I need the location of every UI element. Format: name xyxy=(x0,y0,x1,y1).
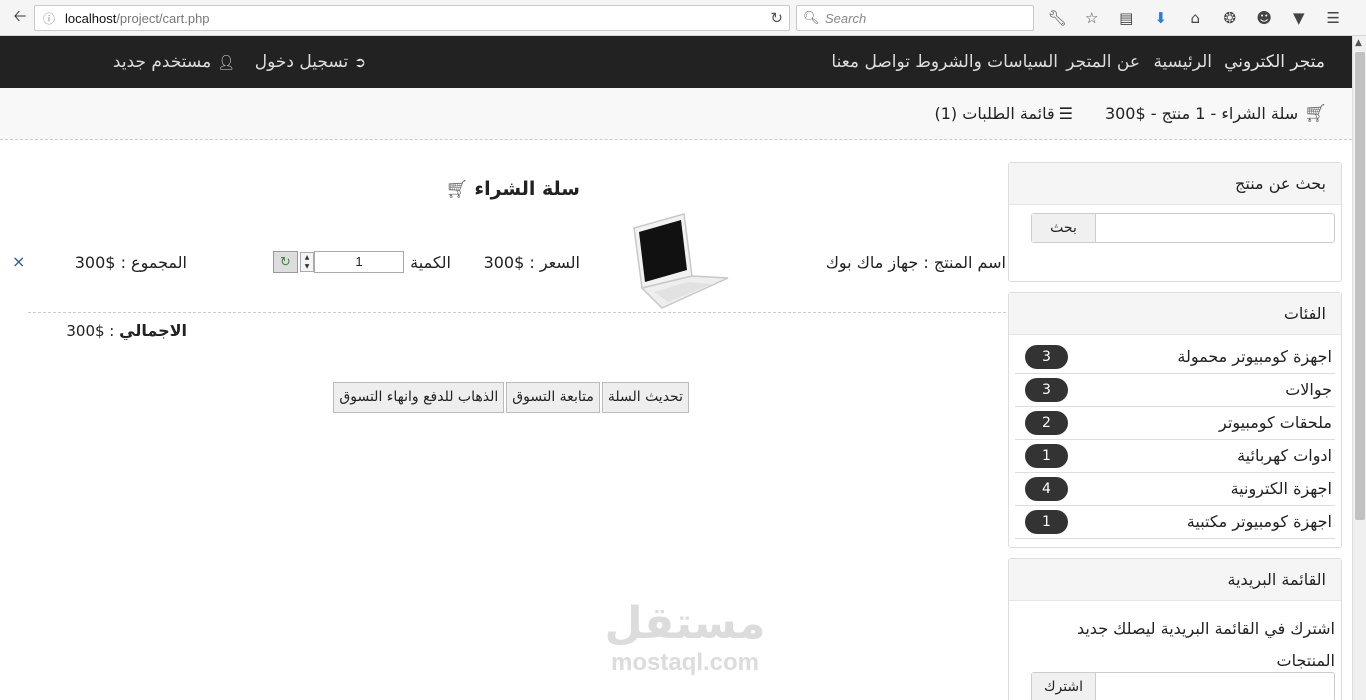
cart-summary-bar: 🛒︎سلة الشراء - 1 منتج - $300 ☰قائمة الطل… xyxy=(0,88,1352,140)
nav-link-about[interactable]: عن المتجر xyxy=(1066,36,1140,88)
category-label: اجهزة الكترونية xyxy=(1230,479,1332,498)
category-label: اجهزة كومبيوتر محمولة xyxy=(1177,347,1332,366)
remove-item-icon[interactable]: × xyxy=(12,252,25,271)
panel-heading: بحث عن منتج xyxy=(1009,163,1341,205)
panel-heading: الفئات xyxy=(1009,293,1341,335)
reload-icon[interactable]: ↻ xyxy=(770,9,783,27)
orders-link[interactable]: ☰قائمة الطلبات (1) xyxy=(934,88,1073,140)
product-image[interactable] xyxy=(628,212,730,310)
category-count-badge: 4 xyxy=(1025,477,1068,501)
quantity-label: الكمية : xyxy=(399,253,451,272)
cart-icon: 🛒︎ xyxy=(1304,103,1327,124)
toolbar-icons: 🔧︎ ☆ ▤ ⬇ ⌂ ❂ ☻ ▼ ☰ xyxy=(1040,6,1351,30)
nav-link-contact[interactable]: تواصل معنا xyxy=(831,36,910,88)
browser-search-field[interactable]: 🔍︎ Search xyxy=(796,5,1034,31)
watermark: مستقل mostaql.com xyxy=(590,598,780,676)
category-count-badge: 1 xyxy=(1025,510,1068,534)
product-search-panel: بحث عن منتج بحث xyxy=(1008,162,1342,282)
login-icon: ➲ xyxy=(354,55,366,71)
site-navbar: متجر الكتروني الرئيسية عن المتجر السياسا… xyxy=(0,36,1352,88)
category-item[interactable]: ادوات كهربائية 1 xyxy=(1015,440,1335,473)
refresh-icon[interactable]: ↻ xyxy=(273,251,298,273)
browser-toolbar: 🡠 ⓘ localhost/project/cart.php ↻ 🔍︎ Sear… xyxy=(0,0,1366,36)
product-search-input[interactable] xyxy=(1096,214,1334,242)
email-input[interactable] xyxy=(1096,673,1334,700)
wrench-icon[interactable]: 🔧︎ xyxy=(1040,6,1075,30)
quantity-spinner[interactable]: ▲ ▼ xyxy=(300,252,314,272)
category-count-badge: 3 xyxy=(1025,345,1068,369)
cart-summary-link[interactable]: 🛒︎سلة الشراء - 1 منتج - $300 xyxy=(1105,88,1327,140)
product-name: اسم المنتج : جهاز ماك بوك xyxy=(825,253,1006,272)
newsletter-form: اشترك xyxy=(1031,672,1335,700)
cart-actions: تحديث السلة متابعة التسوق الذهاب للدفع و… xyxy=(331,382,689,413)
spin-down-icon[interactable]: ▼ xyxy=(301,262,313,271)
category-label: جوالات xyxy=(1285,380,1332,399)
category-item[interactable]: جوالات 3 xyxy=(1015,374,1335,407)
back-arrow-icon[interactable]: 🡠 xyxy=(8,6,32,30)
total-label: الاجمالي xyxy=(119,321,187,340)
scroll-up-icon[interactable]: ▲ xyxy=(1355,38,1362,48)
search-button[interactable]: بحث xyxy=(1032,214,1096,242)
watermark-latin: mostaql.com xyxy=(610,649,760,676)
category-list: اجهزة كومبيوتر محمولة 3 جوالات 3 ملحقات كو… xyxy=(1015,341,1335,539)
cart-divider xyxy=(28,312,1006,313)
cart-icon: 🛒︎ xyxy=(445,179,469,200)
quantity-input[interactable]: 1 xyxy=(314,251,404,273)
category-count-badge: 2 xyxy=(1025,411,1068,435)
category-item[interactable]: اجهزة كومبيوتر مكتبية 1 xyxy=(1015,506,1335,539)
reader-icon[interactable]: ▤ xyxy=(1109,6,1144,30)
category-label: ادوات كهربائية xyxy=(1237,446,1332,465)
item-subtotal: المجموع : $300 xyxy=(74,253,187,272)
info-icon[interactable]: ⓘ xyxy=(39,10,59,27)
sync-icon[interactable]: ❂ xyxy=(1213,6,1248,30)
list-icon: ☰ xyxy=(1058,104,1073,123)
scrollbar-thumb[interactable] xyxy=(1355,52,1365,520)
category-item[interactable]: اجهزة كومبيوتر محمولة 3 xyxy=(1015,341,1335,374)
continue-shopping-button[interactable]: متابعة التسوق xyxy=(506,382,600,413)
total-value: : $300 xyxy=(66,322,120,340)
category-label: ملحقات كومبيوتر xyxy=(1219,413,1332,432)
product-search-group: بحث xyxy=(1031,213,1335,243)
newsletter-text: اشترك في القائمة البريدية ليصلك جديد الم… xyxy=(1076,619,1335,670)
menu-icon[interactable]: ☰ xyxy=(1316,6,1351,30)
nav-link-home[interactable]: الرئيسية xyxy=(1153,36,1212,88)
page-scrollbar[interactable]: ▲ xyxy=(1352,36,1366,700)
register-link[interactable]: مستخدم جديد 👤︎ xyxy=(113,36,235,88)
watermark-arabic: مستقل xyxy=(604,598,766,649)
login-link[interactable]: تسجيل دخول ➲ xyxy=(255,36,366,88)
newsletter-panel: القائمة البريدية اشترك في القائمة البريد… xyxy=(1008,558,1342,700)
category-count-badge: 1 xyxy=(1025,444,1068,468)
category-item[interactable]: ملحقات كومبيوتر 2 xyxy=(1015,407,1335,440)
address-bar[interactable]: ⓘ localhost/project/cart.php ↻ xyxy=(34,5,790,31)
category-label: اجهزة كومبيوتر مكتبية xyxy=(1186,512,1332,531)
cart-total: الاجمالي : $300 xyxy=(66,320,187,342)
download-icon[interactable]: ⬇ xyxy=(1144,6,1179,30)
pocket-icon[interactable]: ▼ xyxy=(1282,6,1317,30)
update-cart-button[interactable]: تحديث السلة xyxy=(601,382,689,413)
categories-panel: الفئات اجهزة كومبيوتر محمولة 3 جوالات 3 مل… xyxy=(1008,292,1342,548)
category-count-badge: 3 xyxy=(1025,378,1068,402)
user-icon: 👤︎ xyxy=(217,55,235,71)
star-icon[interactable]: ☆ xyxy=(1075,6,1110,30)
cart-title: سلة الشراء🛒︎ xyxy=(445,178,580,200)
panel-heading: القائمة البريدية xyxy=(1009,559,1341,601)
quantity-control: ↻ ▲ ▼ 1 xyxy=(273,251,404,273)
brand-link[interactable]: متجر الكتروني xyxy=(1224,36,1325,88)
checkout-button[interactable]: الذهاب للدفع وانهاء التسوق xyxy=(333,382,505,413)
url-text: localhost/project/cart.php xyxy=(65,10,210,26)
spin-up-icon[interactable]: ▲ xyxy=(301,253,313,262)
category-item[interactable]: اجهزة الكترونية 4 xyxy=(1015,473,1335,506)
nav-link-policies[interactable]: السياسات والشروط xyxy=(915,36,1058,88)
product-price: السعر : $300 xyxy=(483,253,580,272)
search-icon: 🔍︎ xyxy=(803,10,820,26)
search-placeholder: Search xyxy=(825,10,867,26)
home-icon[interactable]: ⌂ xyxy=(1178,6,1213,30)
subscribe-button[interactable]: اشترك xyxy=(1032,673,1096,700)
smiley-icon[interactable]: ☻ xyxy=(1247,6,1282,30)
